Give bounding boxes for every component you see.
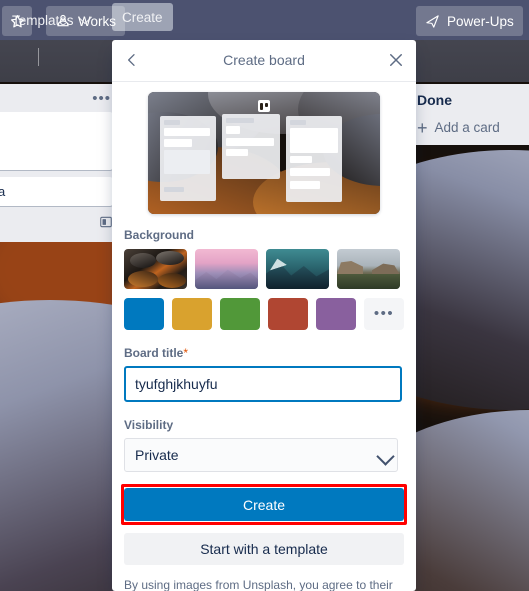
- background-more-colors-button[interactable]: •••: [364, 298, 404, 330]
- background-color-orange[interactable]: [172, 298, 212, 330]
- create-button-wrapper: Create: [121, 484, 407, 525]
- modal-title: Create board: [223, 52, 305, 68]
- start-with-template-button[interactable]: Start with a template: [124, 533, 404, 565]
- board-star-button[interactable]: [2, 6, 32, 36]
- card-template-icon[interactable]: [0, 213, 113, 234]
- background-color-red[interactable]: [268, 298, 308, 330]
- add-a-card-button[interactable]: + Add a card: [417, 117, 529, 138]
- board-bar-divider: [38, 48, 39, 66]
- visibility-field: PrivateWorkspacePublic: [124, 438, 404, 472]
- board-powerups-label: Power-Ups: [447, 13, 514, 29]
- background-color-green[interactable]: [220, 298, 260, 330]
- board-list-left: ••• uit of india: [0, 84, 121, 242]
- modal-header: Create board: [112, 40, 416, 82]
- list-item[interactable]: uit of india: [0, 177, 113, 206]
- required-asterisk: *: [183, 346, 189, 360]
- nav-create-label: Create: [122, 9, 163, 25]
- board-title-input[interactable]: [124, 366, 402, 402]
- background-thumb-teal-mountains[interactable]: [266, 249, 329, 289]
- background-color-blue[interactable]: [124, 298, 164, 330]
- background-color-options: •••: [112, 289, 416, 330]
- create-board-button[interactable]: Create: [124, 488, 404, 521]
- rocket-icon: [426, 14, 439, 28]
- background-thumb-dark-stones[interactable]: [124, 249, 187, 289]
- background-section-label: Background: [124, 228, 195, 242]
- background-color-purple[interactable]: [316, 298, 356, 330]
- board-powerups-button[interactable]: Power-Ups: [416, 6, 523, 36]
- workspace-icon: [57, 14, 69, 27]
- close-icon[interactable]: [387, 51, 405, 69]
- list-card-text: uit of india: [0, 184, 6, 199]
- plus-icon: +: [417, 117, 428, 138]
- board-list-done: Done + Add a card: [408, 84, 529, 145]
- board-workspace-label: Works: [78, 13, 117, 29]
- visibility-select[interactable]: PrivateWorkspacePublic: [124, 438, 398, 472]
- board-workspace-button[interactable]: Works: [46, 6, 126, 36]
- background-photo-options: [112, 249, 416, 289]
- board-title-label: Board title*: [112, 330, 416, 366]
- visibility-label: Visibility: [124, 418, 174, 432]
- background-thumb-canyon[interactable]: [337, 249, 400, 289]
- create-board-modal: Create board Background ••• Board title*…: [112, 40, 416, 591]
- unsplash-legal-text: By using images from Unsplash, you agree…: [124, 578, 393, 591]
- list-title: Done: [417, 92, 452, 108]
- board-preview-image: [148, 92, 380, 214]
- trello-logo-icon: [258, 100, 270, 112]
- board-title-label-text: Board title: [124, 346, 184, 360]
- list-item[interactable]: [0, 112, 113, 170]
- list-menu-dots-icon[interactable]: •••: [0, 90, 113, 112]
- star-icon: [10, 14, 24, 27]
- background-thumb-pink-mountains[interactable]: [195, 249, 258, 289]
- add-a-card-label: Add a card: [434, 120, 500, 135]
- more-dots-icon: •••: [373, 305, 395, 322]
- board-preview-wrapper: [112, 82, 416, 214]
